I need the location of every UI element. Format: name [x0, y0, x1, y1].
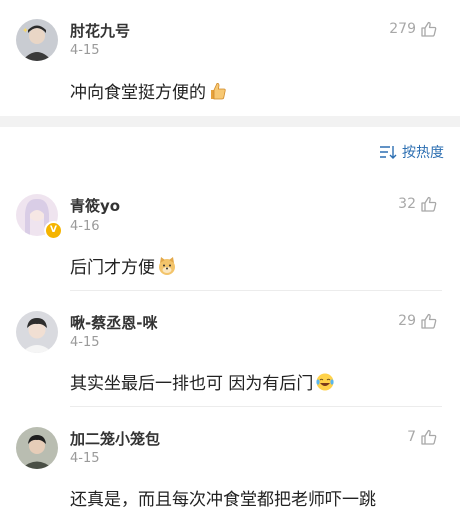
comment-text-row: 其实坐最后一排也可 因为有后门 [70, 369, 335, 394]
verified-badge-icon: V [44, 221, 63, 240]
like-button[interactable]: 32 [398, 195, 438, 213]
avatar[interactable] [16, 311, 58, 353]
avatar[interactable]: ✦ [16, 19, 58, 61]
comment-text: 冲向食堂挺方便的 [70, 83, 206, 103]
thumbs-up-outline-icon [420, 195, 438, 213]
comment-date: 4-15 [70, 43, 100, 58]
username[interactable]: 加二笼小笼包 [70, 428, 160, 449]
thumbs-up-outline-icon [420, 312, 438, 330]
laughing-tears-icon [315, 372, 335, 392]
like-count: 32 [398, 196, 416, 212]
comment-text-row: 后门才方便 [70, 253, 177, 278]
thumbs-up-icon [208, 81, 228, 101]
comment-date: 4-15 [70, 335, 100, 350]
svg-text:✦: ✦ [22, 26, 29, 35]
thumbs-up-outline-icon [420, 428, 438, 446]
like-button[interactable]: 7 [407, 428, 438, 446]
doge-icon [157, 256, 177, 276]
comment-text: 后门才方便 [70, 258, 155, 278]
comment-text-row: 冲向食堂挺方便的 [70, 78, 228, 103]
username[interactable]: 青筱yo [70, 195, 120, 216]
comment-divider [70, 406, 442, 407]
like-count: 7 [407, 429, 416, 445]
like-count: 29 [398, 313, 416, 329]
like-count: 279 [389, 21, 416, 37]
comment-date: 4-16 [70, 219, 100, 234]
section-separator [0, 116, 460, 127]
avatar[interactable] [16, 427, 58, 469]
thumbs-up-outline-icon [420, 20, 438, 38]
like-button[interactable]: 279 [389, 20, 438, 38]
sort-label: 按热度 [402, 145, 444, 161]
username[interactable]: 肘花九号 [70, 20, 130, 41]
comment-date: 4-15 [70, 451, 100, 466]
username[interactable]: 啾-蔡丞恩-咪 [70, 312, 157, 333]
comment-divider [70, 290, 442, 291]
like-button[interactable]: 29 [398, 312, 438, 330]
comment-text: 其实坐最后一排也可 因为有后门 [70, 374, 314, 394]
sort-icon [379, 145, 397, 159]
comment-text-row: 还真是，而且每次冲食堂都把老师吓一跳 [70, 485, 376, 510]
sort-toggle[interactable]: 按热度 [379, 142, 444, 162]
comment-text: 还真是，而且每次冲食堂都把老师吓一跳 [70, 490, 376, 510]
